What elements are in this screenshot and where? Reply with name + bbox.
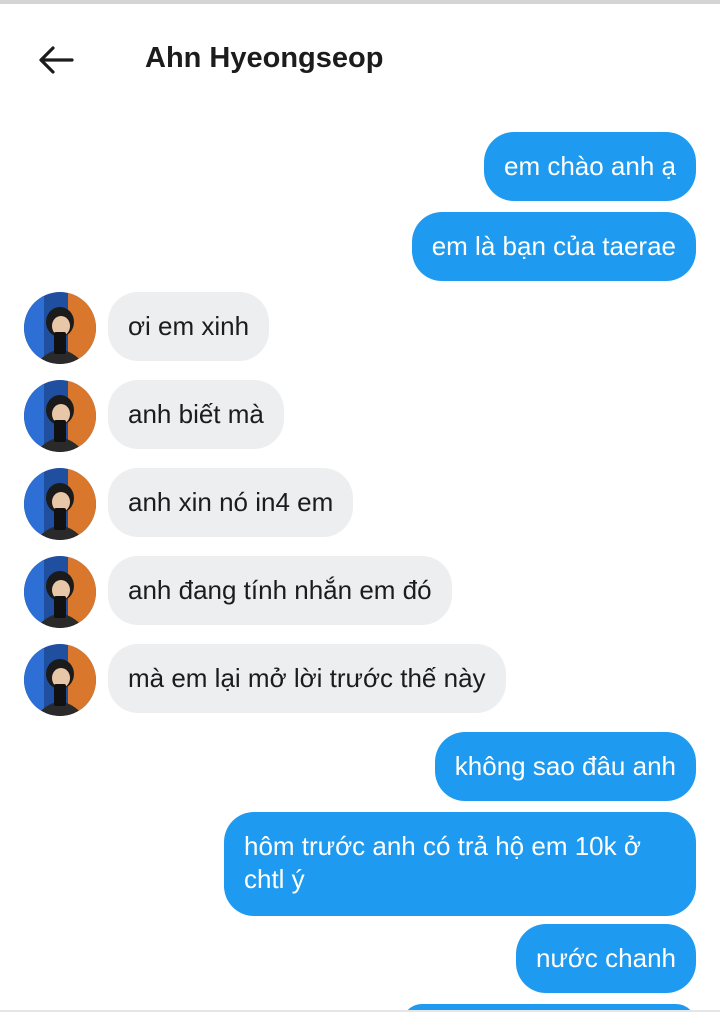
contact-avatar[interactable] (24, 556, 96, 628)
message-bubble-sent[interactable]: hôm trước anh có trả hộ em 10k ở chtl ý (224, 812, 696, 916)
contact-avatar[interactable] (24, 380, 96, 452)
chat-screen: Ahn Hyeongseop em chào anh ạ em là bạn c… (0, 0, 720, 1012)
message-bubble-sent[interactable]: không sao đâu anh (434, 732, 696, 801)
message-bubble-received[interactable]: mà em lại mở lời trước thế này (108, 644, 506, 713)
message-bubble-sent[interactable]: em chào anh ạ (483, 132, 696, 201)
arrow-left-icon (38, 45, 74, 80)
back-button[interactable] (28, 34, 84, 90)
message-bubble-sent[interactable]: em là bạn của taerae (411, 212, 696, 281)
message-bubble-received[interactable]: ơi em xinh (108, 292, 270, 361)
chat-header: Ahn Hyeongseop (0, 4, 720, 104)
contact-name: Ahn Hyeongseop (145, 42, 384, 74)
message-bubble-received[interactable]: anh biết mà (108, 380, 284, 449)
message-bubble-received[interactable]: anh xin nó in4 em (108, 468, 354, 537)
message-bubble-sent[interactable]: nước chanh (516, 924, 696, 993)
contact-avatar[interactable] (24, 644, 96, 716)
contact-avatar[interactable] (24, 292, 96, 364)
contact-avatar[interactable] (24, 468, 96, 540)
message-bubble-received[interactable]: anh đang tính nhắn em đó (108, 556, 452, 625)
